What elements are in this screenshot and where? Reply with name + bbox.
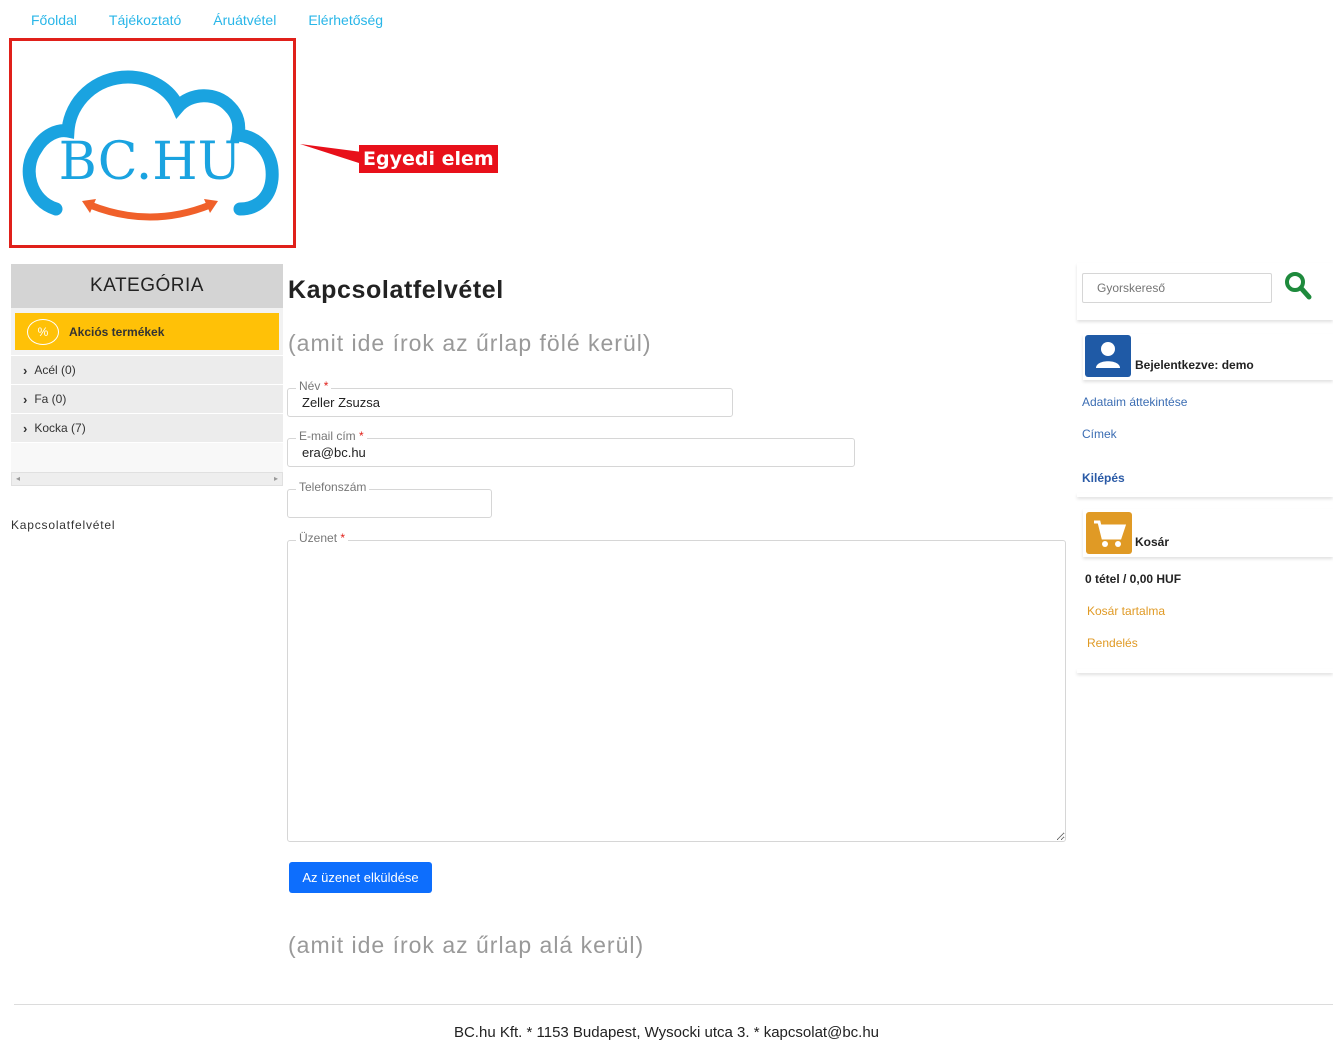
nav-link-info[interactable]: Tájékoztató	[109, 12, 181, 28]
chevron-right-icon: ›	[23, 391, 28, 407]
cart-summary: 0 tétel / 0,00 HUF	[1085, 572, 1182, 586]
user-card-bottom	[1077, 493, 1333, 497]
scroll-left-icon[interactable]: ◂	[16, 474, 20, 483]
logo-frame: BC.HU	[9, 38, 296, 248]
name-label: Név *	[296, 379, 332, 393]
checkout-link[interactable]: Rendelés	[1087, 636, 1138, 650]
user-icon	[1085, 335, 1131, 377]
category-label: Fa (0)	[34, 392, 67, 406]
user-silhouette-icon	[1096, 342, 1120, 368]
search-card	[1077, 263, 1333, 320]
name-label-text: Név	[299, 379, 321, 393]
category-item-wood[interactable]: › Fa (0)	[11, 384, 283, 413]
name-input[interactable]	[287, 388, 733, 417]
required-mark: *	[359, 429, 364, 443]
callout-arrow	[300, 144, 362, 164]
svg-text:BC.HU: BC.HU	[59, 132, 242, 192]
page-title: Kapcsolatfelvétel	[288, 276, 504, 304]
phone-field: Telefonszám	[287, 480, 492, 518]
phone-label: Telefonszám	[296, 480, 370, 494]
chevron-right-icon: ›	[23, 362, 28, 378]
category-label: Acél (0)	[34, 363, 76, 377]
nav-link-home[interactable]: Főoldal	[31, 12, 77, 28]
cart-title: Kosár	[1135, 535, 1170, 549]
message-field: Üzenet *	[287, 531, 1066, 842]
top-nav: Főoldal Tájékoztató Áruátvétel Elérhetős…	[31, 12, 415, 28]
horizontal-scrollbar[interactable]: ◂ ▸	[11, 472, 283, 486]
nav-link-delivery[interactable]: Áruátvétel	[213, 12, 276, 28]
promo-wrap: % Akciós termékek	[11, 308, 283, 355]
promo-item[interactable]: % Akciós termékek	[15, 313, 279, 350]
sidebar-breadcrumb[interactable]: Kapcsolatfelvétel	[11, 518, 115, 532]
category-spacer	[11, 442, 283, 472]
chevron-right-icon: ›	[23, 420, 28, 436]
scroll-right-icon[interactable]: ▸	[274, 474, 278, 483]
search-icon[interactable]	[1283, 269, 1313, 301]
shopping-cart-icon	[1094, 520, 1127, 547]
footer-text: BC.hu Kft. * 1153 Budapest, Wysocki utca…	[453, 1024, 880, 1041]
name-field: Név *	[287, 379, 733, 417]
category-sidebar: KATEGÓRIA % Akciós termékek › Acél (0) ›…	[11, 264, 283, 486]
message-label: Üzenet *	[296, 531, 349, 545]
message-label-text: Üzenet	[299, 531, 338, 545]
category-item-steel[interactable]: › Acél (0)	[11, 355, 283, 384]
category-label: Kocka (7)	[34, 421, 86, 435]
email-field: E-mail cím *	[287, 429, 855, 467]
nav-link-contact[interactable]: Elérhetőség	[308, 12, 383, 28]
percent-icon: %	[27, 318, 59, 345]
logout-link[interactable]: Kilépés	[1082, 471, 1125, 485]
user-title: Bejelentkezve: demo	[1135, 358, 1254, 372]
callout-label: Egyedi elem	[359, 145, 498, 173]
required-mark: *	[323, 379, 329, 393]
email-label-text: E-mail cím	[299, 429, 356, 443]
user-link-overview[interactable]: Adataim áttekintése	[1082, 395, 1187, 409]
cart-card-bottom	[1077, 669, 1333, 673]
cart-icon	[1086, 512, 1132, 554]
above-form-text: (amit ide írok az űrlap fölé kerül)	[288, 330, 652, 356]
email-label: E-mail cím *	[296, 429, 367, 443]
promo-label: Akciós termékek	[69, 324, 165, 339]
footer-divider	[14, 1004, 1333, 1005]
cart-card-header: Kosár	[1083, 509, 1333, 557]
search-input[interactable]	[1082, 273, 1272, 303]
submit-button[interactable]: Az üzenet elküldése	[289, 862, 432, 893]
cart-contents-link[interactable]: Kosár tartalma	[1087, 604, 1165, 618]
required-mark: *	[340, 531, 346, 545]
message-textarea[interactable]	[287, 540, 1066, 842]
email-input[interactable]	[287, 438, 855, 467]
logo[interactable]: BC.HU	[12, 41, 293, 245]
below-form-text: (amit ide írok az űrlap alá kerül)	[288, 932, 645, 958]
user-card-header: Bejelentkezve: demo	[1083, 334, 1333, 380]
user-link-addresses[interactable]: Címek	[1082, 427, 1117, 441]
category-heading: KATEGÓRIA	[11, 264, 283, 308]
category-item-cube[interactable]: › Kocka (7)	[11, 413, 283, 442]
